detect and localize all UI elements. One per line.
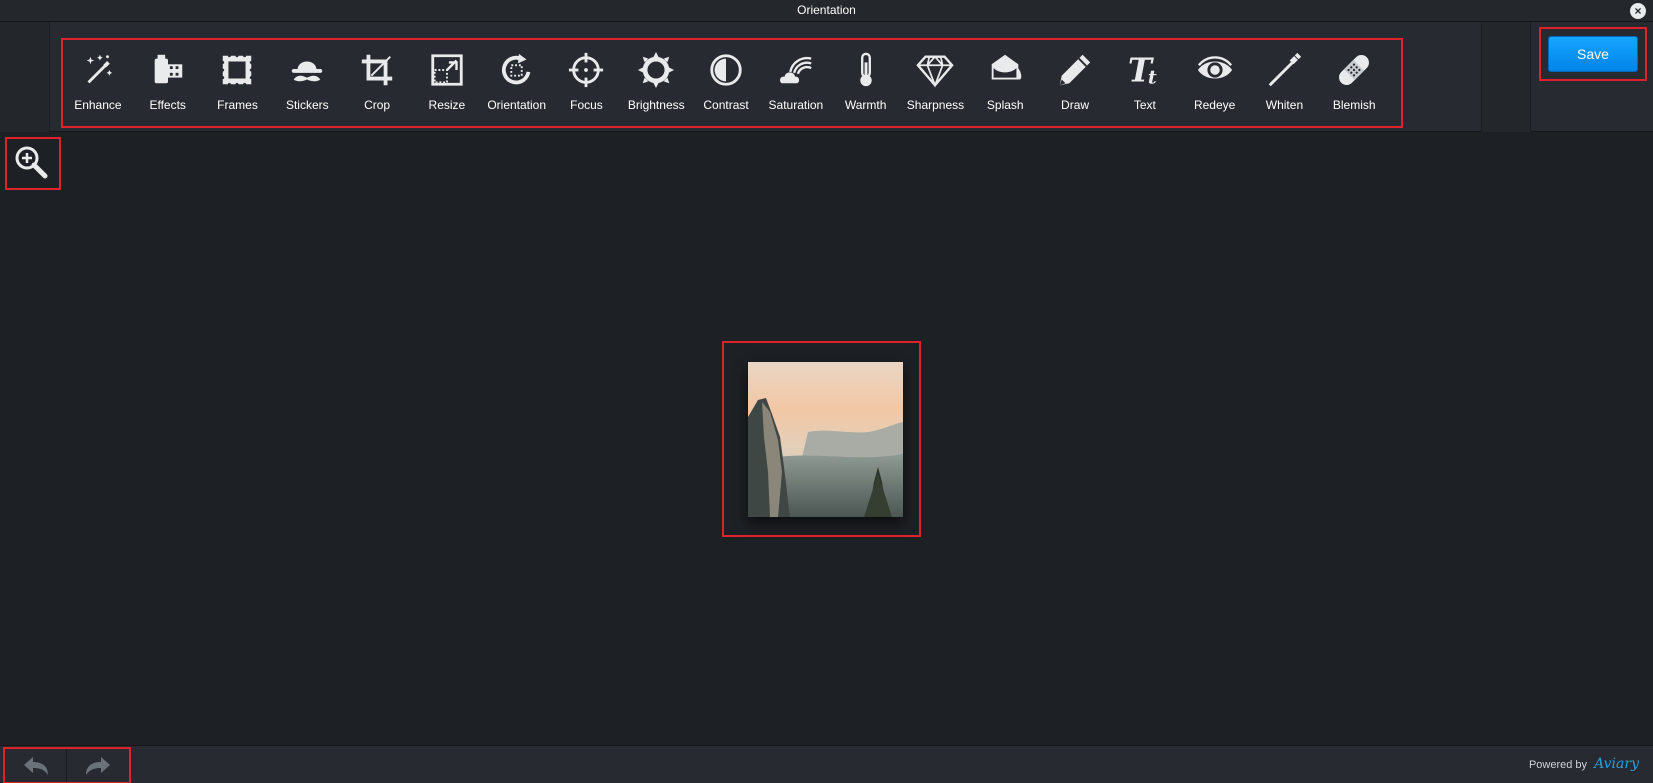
frame-icon bbox=[217, 50, 257, 90]
tool-label: Brightness bbox=[627, 98, 685, 112]
powered-by: Powered by Aviary bbox=[1529, 756, 1639, 772]
zoom-in-icon[interactable] bbox=[14, 145, 48, 179]
image-preview-area bbox=[722, 341, 921, 537]
crop-icon bbox=[357, 50, 397, 90]
magic-wand-icon bbox=[78, 50, 118, 90]
window-title: Orientation bbox=[797, 3, 856, 17]
rainbow-cloud-icon bbox=[776, 50, 816, 90]
tool-label: Focus bbox=[570, 98, 603, 112]
tool-label: Redeye bbox=[1193, 98, 1236, 112]
tool-warmth[interactable]: Warmth bbox=[831, 40, 901, 124]
tool-label: Draw bbox=[1061, 98, 1090, 112]
tool-resize[interactable]: Resize bbox=[412, 40, 482, 124]
tool-contrast[interactable]: Contrast bbox=[691, 40, 761, 124]
pencil-icon bbox=[1055, 50, 1095, 90]
text-icon: Tt bbox=[1125, 50, 1165, 90]
tool-blemish[interactable]: Blemish bbox=[1319, 40, 1389, 124]
thermometer-icon bbox=[846, 50, 886, 90]
paint-bucket-icon bbox=[985, 50, 1025, 90]
undo-button[interactable] bbox=[5, 749, 67, 782]
contrast-icon bbox=[706, 50, 746, 90]
tool-stickers[interactable]: Stickers bbox=[272, 40, 342, 124]
aviary-logo[interactable]: Aviary bbox=[1594, 756, 1639, 772]
tool-label: Sharpness bbox=[906, 98, 965, 112]
hat-mustache-icon bbox=[287, 50, 327, 90]
tool-text[interactable]: Tt Text bbox=[1110, 40, 1180, 124]
tool-label: Resize bbox=[428, 98, 466, 112]
tool-label: Warmth bbox=[844, 98, 887, 112]
tool-label: Crop bbox=[364, 98, 391, 112]
toolbar: Enhance Effects Frames Stickers Crop Res… bbox=[0, 22, 1653, 132]
tool-saturation[interactable]: Saturation bbox=[761, 40, 831, 124]
tool-sharpness[interactable]: Sharpness bbox=[901, 40, 971, 124]
zoom-area bbox=[5, 137, 61, 190]
close-icon[interactable]: × bbox=[1630, 3, 1646, 19]
image-preview[interactable] bbox=[748, 362, 903, 517]
tool-label: Enhance bbox=[74, 98, 122, 112]
tool-label: Frames bbox=[217, 98, 258, 112]
tool-label: Stickers bbox=[285, 98, 329, 112]
tool-label: Saturation bbox=[768, 98, 824, 112]
tool-draw[interactable]: Draw bbox=[1040, 40, 1110, 124]
tool-label: Text bbox=[1133, 98, 1156, 112]
tool-list: Enhance Effects Frames Stickers Crop Res… bbox=[61, 38, 1403, 128]
tool-label: Effects bbox=[149, 98, 186, 112]
tool-label: Splash bbox=[986, 98, 1024, 112]
resize-icon bbox=[427, 50, 467, 90]
bandage-icon bbox=[1334, 50, 1374, 90]
save-button[interactable]: Save bbox=[1548, 36, 1638, 72]
save-area: Save bbox=[1539, 27, 1647, 81]
diamond-icon bbox=[915, 50, 955, 90]
svg-text:t: t bbox=[1148, 66, 1157, 88]
tool-orientation[interactable]: Orientation bbox=[482, 40, 552, 124]
tool-frames[interactable]: Frames bbox=[203, 40, 273, 124]
rotate-icon bbox=[497, 50, 537, 90]
tool-redeye[interactable]: Redeye bbox=[1180, 40, 1250, 124]
tool-splash[interactable]: Splash bbox=[970, 40, 1040, 124]
title-bar: Orientation × bbox=[0, 0, 1653, 22]
redo-button[interactable] bbox=[67, 749, 129, 782]
toolbar-right-strip bbox=[1481, 22, 1531, 132]
tool-label: Contrast bbox=[703, 98, 749, 112]
toolbar-left-strip bbox=[0, 22, 50, 132]
powered-by-text: Powered by bbox=[1528, 759, 1588, 771]
tool-crop[interactable]: Crop bbox=[342, 40, 412, 124]
tool-whiten[interactable]: Whiten bbox=[1250, 40, 1320, 124]
tool-label: Blemish bbox=[1332, 98, 1376, 112]
photo-editor: Orientation × Enhance Effects Frames Sti… bbox=[0, 0, 1653, 783]
film-roll-icon bbox=[148, 50, 188, 90]
eye-icon bbox=[1195, 50, 1235, 90]
tool-effects[interactable]: Effects bbox=[133, 40, 203, 124]
history-controls bbox=[3, 747, 131, 783]
tool-label: Whiten bbox=[1265, 98, 1304, 112]
bottom-bar: Powered by Aviary bbox=[0, 745, 1653, 783]
tool-enhance[interactable]: Enhance bbox=[63, 40, 133, 124]
redo-arrow-icon bbox=[86, 756, 110, 775]
undo-arrow-icon bbox=[23, 756, 48, 775]
tool-focus[interactable]: Focus bbox=[552, 40, 622, 124]
tool-brightness[interactable]: Brightness bbox=[621, 40, 691, 124]
sun-icon bbox=[636, 50, 676, 90]
toothbrush-icon bbox=[1264, 50, 1304, 90]
tool-label: Orientation bbox=[487, 98, 547, 112]
crosshair-icon bbox=[566, 50, 606, 90]
